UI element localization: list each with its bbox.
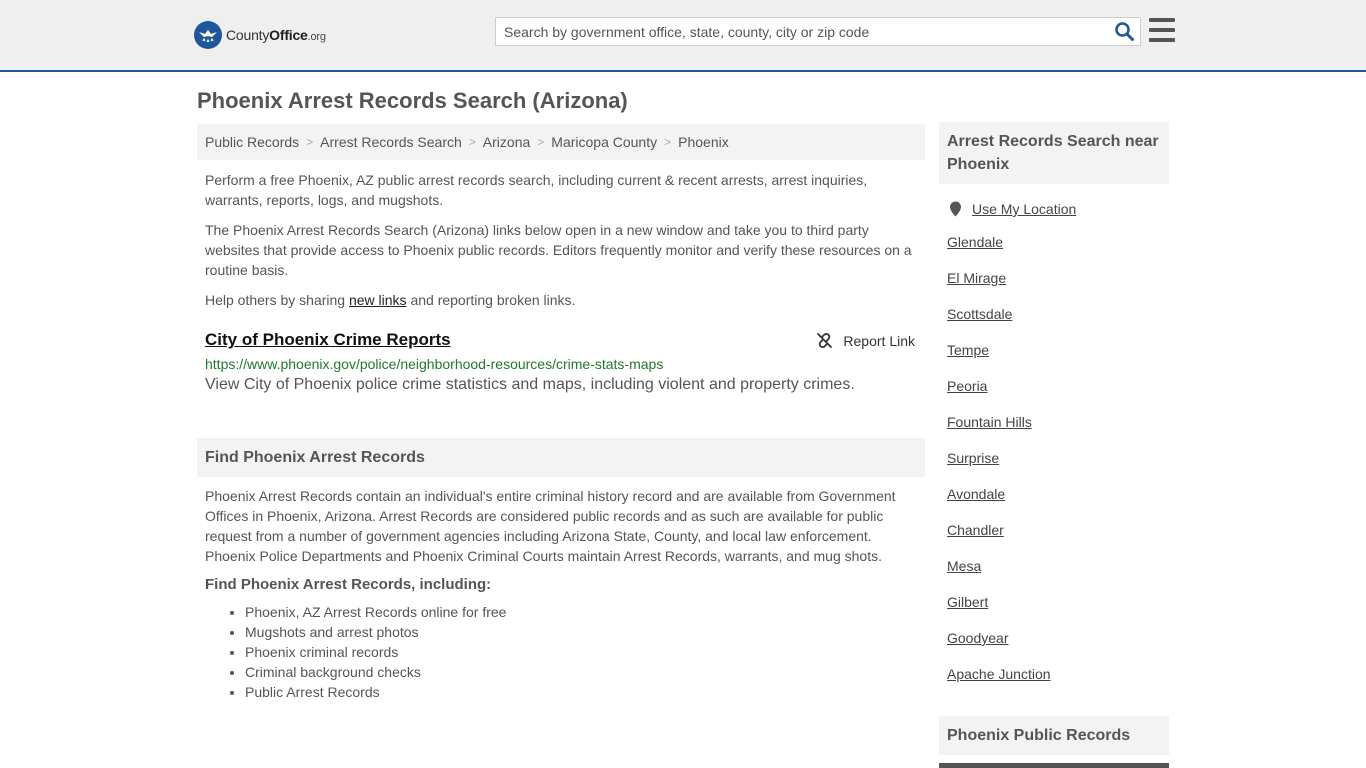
sidebar-item-surprise: Surprise <box>947 450 1169 486</box>
breadcrumb-public-records[interactable]: Public Records <box>205 134 299 150</box>
breadcrumb-maricopa-county[interactable]: Maricopa County <box>551 134 657 150</box>
city-link[interactable]: Gilbert <box>947 594 988 610</box>
chevron-right-icon: > <box>306 135 314 149</box>
public-records-heading: Phoenix Public Records <box>939 716 1169 755</box>
sidebar-heading: Arrest Records Search near Phoenix <box>939 122 1169 184</box>
resource-url: https://www.phoenix.gov/police/neighborh… <box>205 356 664 372</box>
sidebar-item-gilbert: Gilbert <box>947 594 1169 630</box>
disclaimer-paragraph: The Phoenix Arrest Records Search (Arizo… <box>205 222 912 278</box>
sidebar-item-avondale: Avondale <box>947 486 1169 522</box>
breadcrumb-arrest-records-search[interactable]: Arrest Records Search <box>320 134 462 150</box>
city-link[interactable]: Peoria <box>947 378 987 394</box>
city-link[interactable]: Apache Junction <box>947 666 1051 682</box>
list-item: Phoenix, AZ Arrest Records online for fr… <box>245 602 925 622</box>
city-link[interactable]: Mesa <box>947 558 981 574</box>
find-records-paragraph: Phoenix Arrest Records contain an indivi… <box>205 488 896 564</box>
sidebar: Arrest Records Search near Phoenix Use M… <box>939 122 1169 702</box>
sidebar-item-chandler: Chandler <box>947 522 1169 558</box>
city-link[interactable]: Fountain Hills <box>947 414 1032 430</box>
resource-link-card: City of Phoenix Crime Reports Report Lin… <box>197 330 925 394</box>
chevron-right-icon: > <box>664 135 672 149</box>
list-item: Criminal background checks <box>245 662 925 682</box>
nearby-cities-list: Use My Location Glendale El Mirage Scott… <box>939 198 1169 702</box>
sidebar-item-peoria: Peoria <box>947 378 1169 414</box>
breadcrumb-phoenix[interactable]: Phoenix <box>678 134 729 150</box>
hamburger-menu-icon[interactable] <box>1149 18 1175 42</box>
broken-link-icon <box>817 333 833 348</box>
resource-description: View City of Phoenix police crime statis… <box>205 376 855 393</box>
sidebar-item-fountain-hills: Fountain Hills <box>947 414 1169 450</box>
list-item: Phoenix criminal records <box>245 642 925 662</box>
city-link[interactable]: Goodyear <box>947 630 1008 646</box>
main-content: Public Records > Arrest Records Search >… <box>197 124 925 702</box>
sidebar-item-el-mirage: El Mirage <box>947 270 1169 306</box>
search-icon <box>1114 22 1134 41</box>
breadcrumb: Public Records > Arrest Records Search >… <box>197 124 925 160</box>
chevron-right-icon: > <box>537 135 545 149</box>
search-input[interactable] <box>496 18 1108 45</box>
list-item: Public Arrest Records <box>245 682 925 702</box>
sidebar-item-goodyear: Goodyear <box>947 630 1169 666</box>
find-records-list: Phoenix, AZ Arrest Records online for fr… <box>197 602 925 702</box>
find-records-heading: Find Phoenix Arrest Records <box>197 438 925 477</box>
share-paragraph: Help others by sharing new links and rep… <box>205 292 576 308</box>
city-link[interactable]: Chandler <box>947 522 1004 538</box>
sidebar-item-glendale: Glendale <box>947 234 1169 270</box>
sidebar-item-scottsdale: Scottsdale <box>947 306 1169 342</box>
sidebar-item-mesa: Mesa <box>947 558 1169 594</box>
resource-title-link[interactable]: City of Phoenix Crime Reports <box>205 330 451 349</box>
chevron-right-icon: > <box>468 135 476 149</box>
map-pin-icon <box>950 201 961 217</box>
city-link[interactable]: Tempe <box>947 342 989 358</box>
site-header: CountyOffice.org <box>0 0 1366 72</box>
use-my-location-link[interactable]: Use My Location <box>972 201 1076 217</box>
search-button[interactable] <box>1108 18 1140 45</box>
sidebar-divider <box>939 763 1169 768</box>
city-link[interactable]: El Mirage <box>947 270 1006 286</box>
find-records-subheading: Find Phoenix Arrest Records, including: <box>205 576 492 593</box>
page-title: Phoenix Arrest Records Search (Arizona) <box>197 88 628 113</box>
city-link[interactable]: Scottsdale <box>947 306 1012 322</box>
city-link[interactable]: Glendale <box>947 234 1003 250</box>
site-logo[interactable]: CountyOffice.org <box>194 20 326 50</box>
breadcrumb-arizona[interactable]: Arizona <box>483 134 530 150</box>
list-item: Mugshots and arrest photos <box>245 622 925 642</box>
sidebar-item-tempe: Tempe <box>947 342 1169 378</box>
logo-text: CountyOffice.org <box>226 27 326 43</box>
intro-paragraph: Perform a free Phoenix, AZ public arrest… <box>205 172 868 208</box>
sidebar-item-apache-junction: Apache Junction <box>947 666 1169 702</box>
city-link[interactable]: Surprise <box>947 450 999 466</box>
eagle-badge-icon <box>194 21 222 49</box>
city-link[interactable]: Avondale <box>947 486 1005 502</box>
use-location-item: Use My Location <box>947 198 1169 220</box>
report-link-button[interactable]: Report Link <box>816 332 915 349</box>
search-bar <box>495 17 1141 46</box>
new-links-link[interactable]: new links <box>349 292 407 308</box>
